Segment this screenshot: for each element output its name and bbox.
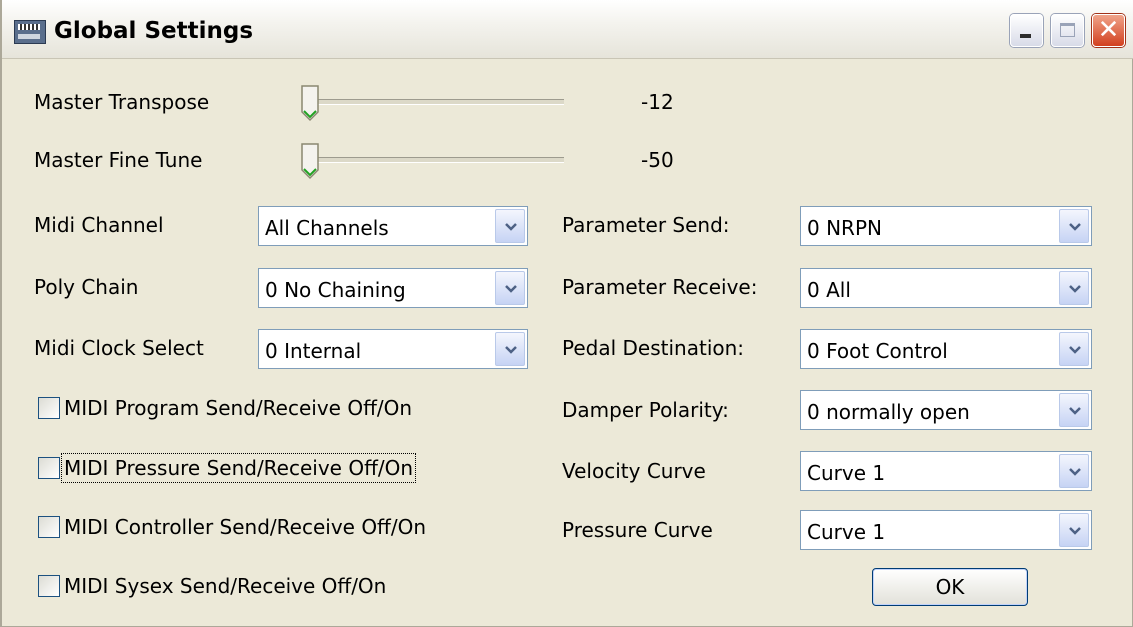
master-fine-tune-value: -50 [641, 148, 674, 172]
parameter-receive-select[interactable]: 0 All [800, 268, 1092, 308]
parameter-receive-label: Parameter Receive: [562, 275, 758, 299]
minimize-button[interactable] [1010, 14, 1043, 47]
close-icon: ✕ [1097, 15, 1120, 45]
parameter-send-value: 0 NRPN [807, 216, 882, 240]
chevron-down-icon[interactable] [1059, 513, 1089, 547]
midi-clock-select[interactable]: 0 Internal [258, 329, 528, 369]
midi-clock-select-label: Midi Clock Select [34, 336, 204, 360]
minimize-icon [1020, 34, 1031, 38]
pressure-curve-value: Curve 1 [807, 520, 886, 544]
chevron-down-icon[interactable] [1059, 332, 1089, 366]
velocity-curve-label: Velocity Curve [562, 459, 706, 483]
midi-controller-label[interactable]: MIDI Controller Send/Receive Off/On [64, 515, 426, 539]
keyboard-icon [14, 20, 46, 44]
chevron-down-icon[interactable] [1059, 454, 1089, 488]
midi-pressure-checkbox[interactable] [38, 457, 60, 479]
window-title: Global Settings [54, 18, 254, 44]
pressure-curve-label: Pressure Curve [562, 518, 713, 542]
master-transpose-value: -12 [641, 90, 674, 114]
midi-channel-value: All Channels [265, 216, 389, 240]
close-button[interactable]: ✕ [1092, 14, 1125, 47]
master-fine-tune-label: Master Fine Tune [34, 148, 203, 172]
chevron-down-icon[interactable] [1059, 271, 1089, 305]
damper-polarity-label: Damper Polarity: [562, 398, 729, 422]
midi-pressure-label[interactable]: MIDI Pressure Send/Receive Off/On [60, 453, 417, 483]
pedal-destination-label: Pedal Destination: [562, 336, 745, 360]
maximize-icon [1060, 23, 1075, 37]
global-settings-window: Global Settings ✕ Master Transpose -12 M… [0, 0, 1133, 627]
midi-sysex-checkbox[interactable] [38, 575, 60, 597]
midi-sysex-label[interactable]: MIDI Sysex Send/Receive Off/On [64, 574, 386, 598]
title-bar[interactable]: Global Settings ✕ [2, 0, 1133, 59]
chevron-down-icon[interactable] [1059, 393, 1089, 427]
parameter-receive-value: 0 All [807, 278, 851, 302]
poly-chain-label: Poly Chain [34, 275, 139, 299]
velocity-curve-select[interactable]: Curve 1 [800, 451, 1092, 491]
parameter-send-select[interactable]: 0 NRPN [800, 206, 1092, 246]
master-fine-tune-slider[interactable] [302, 157, 564, 163]
midi-program-checkbox[interactable] [38, 397, 60, 419]
midi-program-label[interactable]: MIDI Program Send/Receive Off/On [64, 396, 412, 420]
midi-controller-checkbox[interactable] [38, 516, 60, 538]
midi-clock-value: 0 Internal [265, 339, 362, 363]
maximize-button[interactable] [1051, 14, 1084, 47]
poly-chain-value: 0 No Chaining [265, 278, 406, 302]
pedal-destination-select[interactable]: 0 Foot Control [800, 329, 1092, 369]
chevron-down-icon[interactable] [495, 332, 525, 366]
master-fine-tune-slider-thumb[interactable] [300, 142, 320, 180]
midi-channel-label: Midi Channel [34, 213, 164, 237]
master-transpose-slider-thumb[interactable] [300, 84, 320, 122]
pressure-curve-select[interactable]: Curve 1 [800, 510, 1092, 550]
damper-polarity-value: 0 normally open [807, 400, 970, 424]
poly-chain-select[interactable]: 0 No Chaining [258, 268, 528, 308]
parameter-send-label: Parameter Send: [562, 213, 730, 237]
chevron-down-icon[interactable] [495, 271, 525, 305]
ok-button[interactable]: OK [872, 568, 1028, 606]
midi-channel-select[interactable]: All Channels [258, 206, 528, 246]
damper-polarity-select[interactable]: 0 normally open [800, 390, 1092, 430]
velocity-curve-value: Curve 1 [807, 461, 886, 485]
chevron-down-icon[interactable] [1059, 209, 1089, 243]
chevron-down-icon[interactable] [495, 209, 525, 243]
pedal-destination-value: 0 Foot Control [807, 339, 948, 363]
master-transpose-slider[interactable] [302, 99, 564, 105]
master-transpose-label: Master Transpose [34, 90, 210, 114]
